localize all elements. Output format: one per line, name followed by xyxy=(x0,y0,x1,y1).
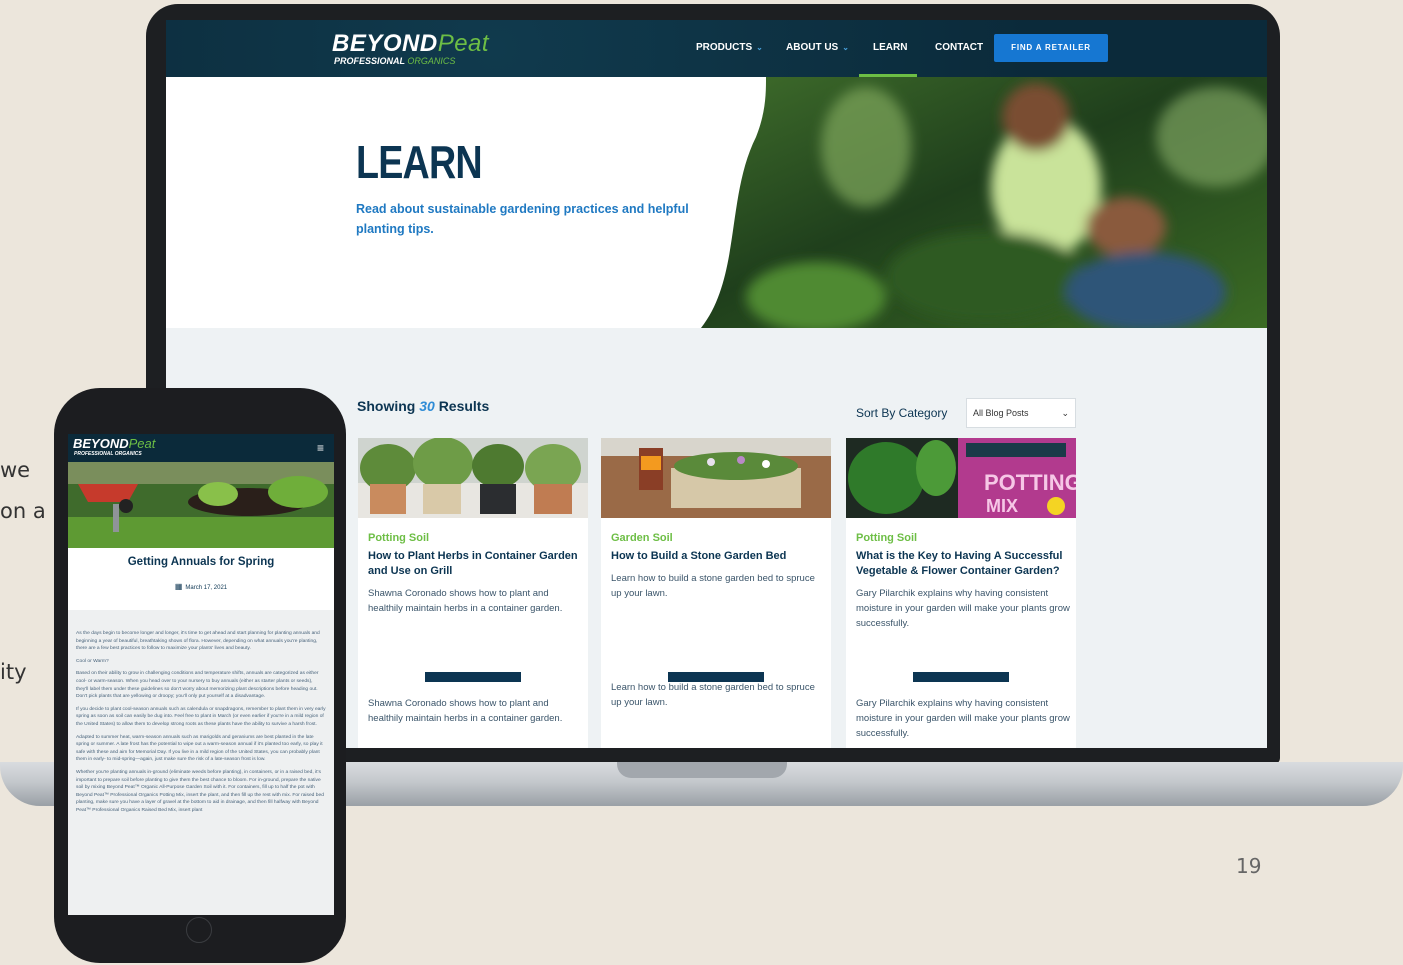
mobile-post-title: Getting Annuals for Spring xyxy=(127,556,275,568)
card-category: Potting Soil xyxy=(856,532,918,544)
find-retailer-button[interactable]: FIND A RETAILER xyxy=(994,34,1108,62)
site-header: BEYONDPeat PROFESSIONAL ORGANICS PRODUCT… xyxy=(166,20,1267,77)
nav-products[interactable]: PRODUCTS ⌄ xyxy=(696,42,763,54)
chevron-down-icon: ⌄ xyxy=(1061,408,1069,418)
potting-mix-bag-photo: POTTING MIX xyxy=(846,438,1076,518)
mobile-logo-peat: Peat xyxy=(128,436,156,451)
nav-about-label: ABOUT US xyxy=(786,42,839,53)
nav-learn[interactable]: LEARN xyxy=(873,42,907,54)
blog-card[interactable]: Potting Soil How to Plant Herbs in Conta… xyxy=(358,438,588,748)
page-title: LEARN xyxy=(356,136,483,188)
chevron-down-icon: ⌄ xyxy=(756,43,763,52)
card-description: Shawna Coronado shows how to plant and h… xyxy=(368,588,563,614)
results-prefix: Showing xyxy=(357,398,416,414)
mobile-logo-tagline: PROFESSIONAL ORGANICS xyxy=(74,451,142,457)
read-more-button[interactable] xyxy=(913,672,1009,682)
sort-label: Sort By Category xyxy=(856,406,948,420)
slide-text-line-3: ity xyxy=(0,660,27,684)
card-title[interactable]: How to Plant Herbs in Container Garden a… xyxy=(368,549,582,579)
card-category: Garden Soil xyxy=(611,532,673,544)
site-logo[interactable]: BEYONDPeat xyxy=(332,32,489,56)
mobile-post-paragraph: As the days begin to become longer and l… xyxy=(76,631,320,652)
results-count: Showing 30 Results xyxy=(357,398,489,414)
card-title[interactable]: How to Build a Stone Garden Bed xyxy=(611,549,825,564)
mobile-post-subheading: Cool or Warm? xyxy=(76,658,109,664)
mobile-post-date: ▦ March 17, 2021 xyxy=(68,582,334,591)
wheelbarrow-garden-photo xyxy=(68,462,334,548)
blog-card[interactable]: POTTING MIX Potting Soil What is the Key… xyxy=(846,438,1076,748)
nav-products-label: PRODUCTS xyxy=(696,42,753,53)
read-more-button[interactable] xyxy=(425,672,521,682)
card-description-repeat: Learn how to build a stone garden bed to… xyxy=(611,682,815,708)
slide-page-number: 19 xyxy=(1236,854,1262,878)
card-description: Learn how to build a stone garden bed to… xyxy=(611,573,815,599)
nav-about-us[interactable]: ABOUT US ⌄ xyxy=(786,42,849,54)
mobile-logo[interactable]: BEYONDPeat xyxy=(73,437,155,451)
laptop-notch xyxy=(617,762,787,778)
card-title[interactable]: What is the Key to Having A Successful V… xyxy=(856,549,1070,579)
stone-garden-bed-photo xyxy=(601,438,831,518)
hero-gardener-photo xyxy=(701,77,1267,328)
category-select[interactable]: All Blog Posts ⌄ xyxy=(966,398,1076,428)
card-category: Potting Soil xyxy=(368,532,430,544)
mobile-logo-be: BEYOND xyxy=(73,436,129,451)
card-description-repeat: Gary Pilarchik explains why having consi… xyxy=(856,698,1070,739)
mobile-post-paragraph: Adapted to summer heat, warm-season annu… xyxy=(76,734,323,763)
blog-card[interactable]: Garden Soil How to Build a Stone Garden … xyxy=(601,438,831,748)
mobile-post-paragraph: Whether you're planting annuals in-groun… xyxy=(76,769,324,813)
category-select-value: All Blog Posts xyxy=(973,408,1029,418)
mobile-post-date-text: March 17, 2021 xyxy=(185,585,228,591)
hero-section: LEARN Read about sustainable gardening p… xyxy=(166,77,1267,328)
logo-wordmark: BEYOND xyxy=(332,30,438,57)
slide-text-line-2: on a xyxy=(0,499,46,523)
mobile-post-body: As the days begin to become longer and l… xyxy=(76,630,326,819)
logo-tagline-professional: PROFESSIONAL xyxy=(334,56,405,66)
phone-home-button[interactable] xyxy=(186,917,212,943)
mobile-header: BEYONDPeat PROFESSIONAL ORGANICS ≡ xyxy=(68,434,334,462)
logo-tagline: PROFESSIONAL ORGANICS xyxy=(334,56,455,66)
results-suffix: Results xyxy=(438,398,490,414)
herbs-in-pots-photo xyxy=(358,438,588,518)
chevron-down-icon: ⌄ xyxy=(842,43,849,52)
svg-text:MIX: MIX xyxy=(986,496,1018,516)
results-number: 30 xyxy=(419,398,435,414)
hamburger-icon[interactable]: ≡ xyxy=(317,441,324,455)
nav-contact[interactable]: CONTACT xyxy=(935,42,983,54)
logo-wordmark-peat: Peat xyxy=(437,30,490,57)
card-description-repeat: Shawna Coronado shows how to plant and h… xyxy=(368,698,563,724)
phone-screen: BEYONDPeat PROFESSIONAL ORGANICS ≡ Getti… xyxy=(68,434,334,915)
logo-tagline-organics: ORGANICS xyxy=(407,56,456,66)
mobile-post-paragraph: Based on their ability to grow in challe… xyxy=(76,671,319,700)
card-description: Gary Pilarchik explains why having consi… xyxy=(856,588,1070,629)
svg-text:POTTING: POTTING xyxy=(984,470,1076,495)
slide-text-line-1: we xyxy=(0,458,31,482)
page-description: Read about sustainable gardening practic… xyxy=(356,202,689,236)
mobile-post-paragraph: If you decide to plant cool-season annua… xyxy=(76,706,326,727)
calendar-icon: ▦ xyxy=(174,582,183,591)
